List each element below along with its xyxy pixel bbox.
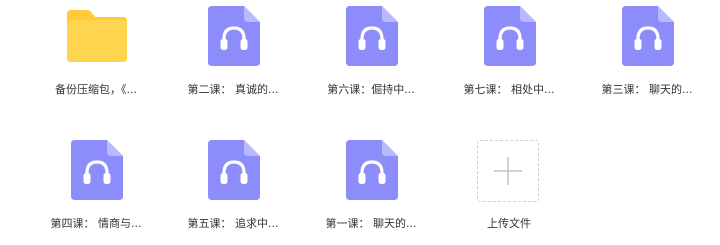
audio-file-icon xyxy=(67,140,127,200)
file-name: 第四课： 情商与... xyxy=(50,217,142,230)
file-name: 第一课： 聊天的... xyxy=(325,217,417,230)
audio-file-icon xyxy=(480,6,540,66)
file-grid: 备份压缩包，《... 第二课： 真诚的... 第六课：倔持中... 第七课： 相… xyxy=(0,0,720,245)
file-name: 第二课： 真诚的... xyxy=(187,83,279,96)
file-item-audio[interactable]: 第三课： 聊天的... xyxy=(582,0,712,110)
file-name: 第五课： 追求中... xyxy=(187,217,279,230)
file-name: 第六课：倔持中... xyxy=(327,83,415,96)
file-item-audio[interactable]: 第六课：倔持中... xyxy=(306,0,436,110)
file-item-audio[interactable]: 第五课： 追求中... xyxy=(168,134,298,244)
upload-dropzone[interactable] xyxy=(477,140,539,202)
upload-label: 上传文件 xyxy=(487,217,531,230)
file-item-audio[interactable]: 第四课： 情商与... xyxy=(31,134,161,244)
file-item-folder[interactable]: 备份压缩包，《... xyxy=(31,0,161,110)
file-item-audio[interactable]: 第二课： 真诚的... xyxy=(168,0,298,110)
audio-file-icon xyxy=(204,140,264,200)
audio-file-icon xyxy=(618,6,678,66)
audio-file-icon xyxy=(342,6,402,66)
audio-file-icon xyxy=(204,6,264,66)
plus-icon xyxy=(494,157,522,185)
file-name: 第三课： 聊天的... xyxy=(601,83,693,96)
audio-file-icon xyxy=(342,140,402,200)
file-name: 第七课： 相处中... xyxy=(463,83,555,96)
file-item-audio[interactable]: 第一课： 聊天的... xyxy=(306,134,436,244)
file-item-audio[interactable]: 第七课： 相处中... xyxy=(444,0,574,110)
folder-icon xyxy=(67,6,127,66)
file-name: 备份压缩包，《... xyxy=(55,83,137,96)
upload-file-button[interactable]: 上传文件 xyxy=(444,134,574,244)
